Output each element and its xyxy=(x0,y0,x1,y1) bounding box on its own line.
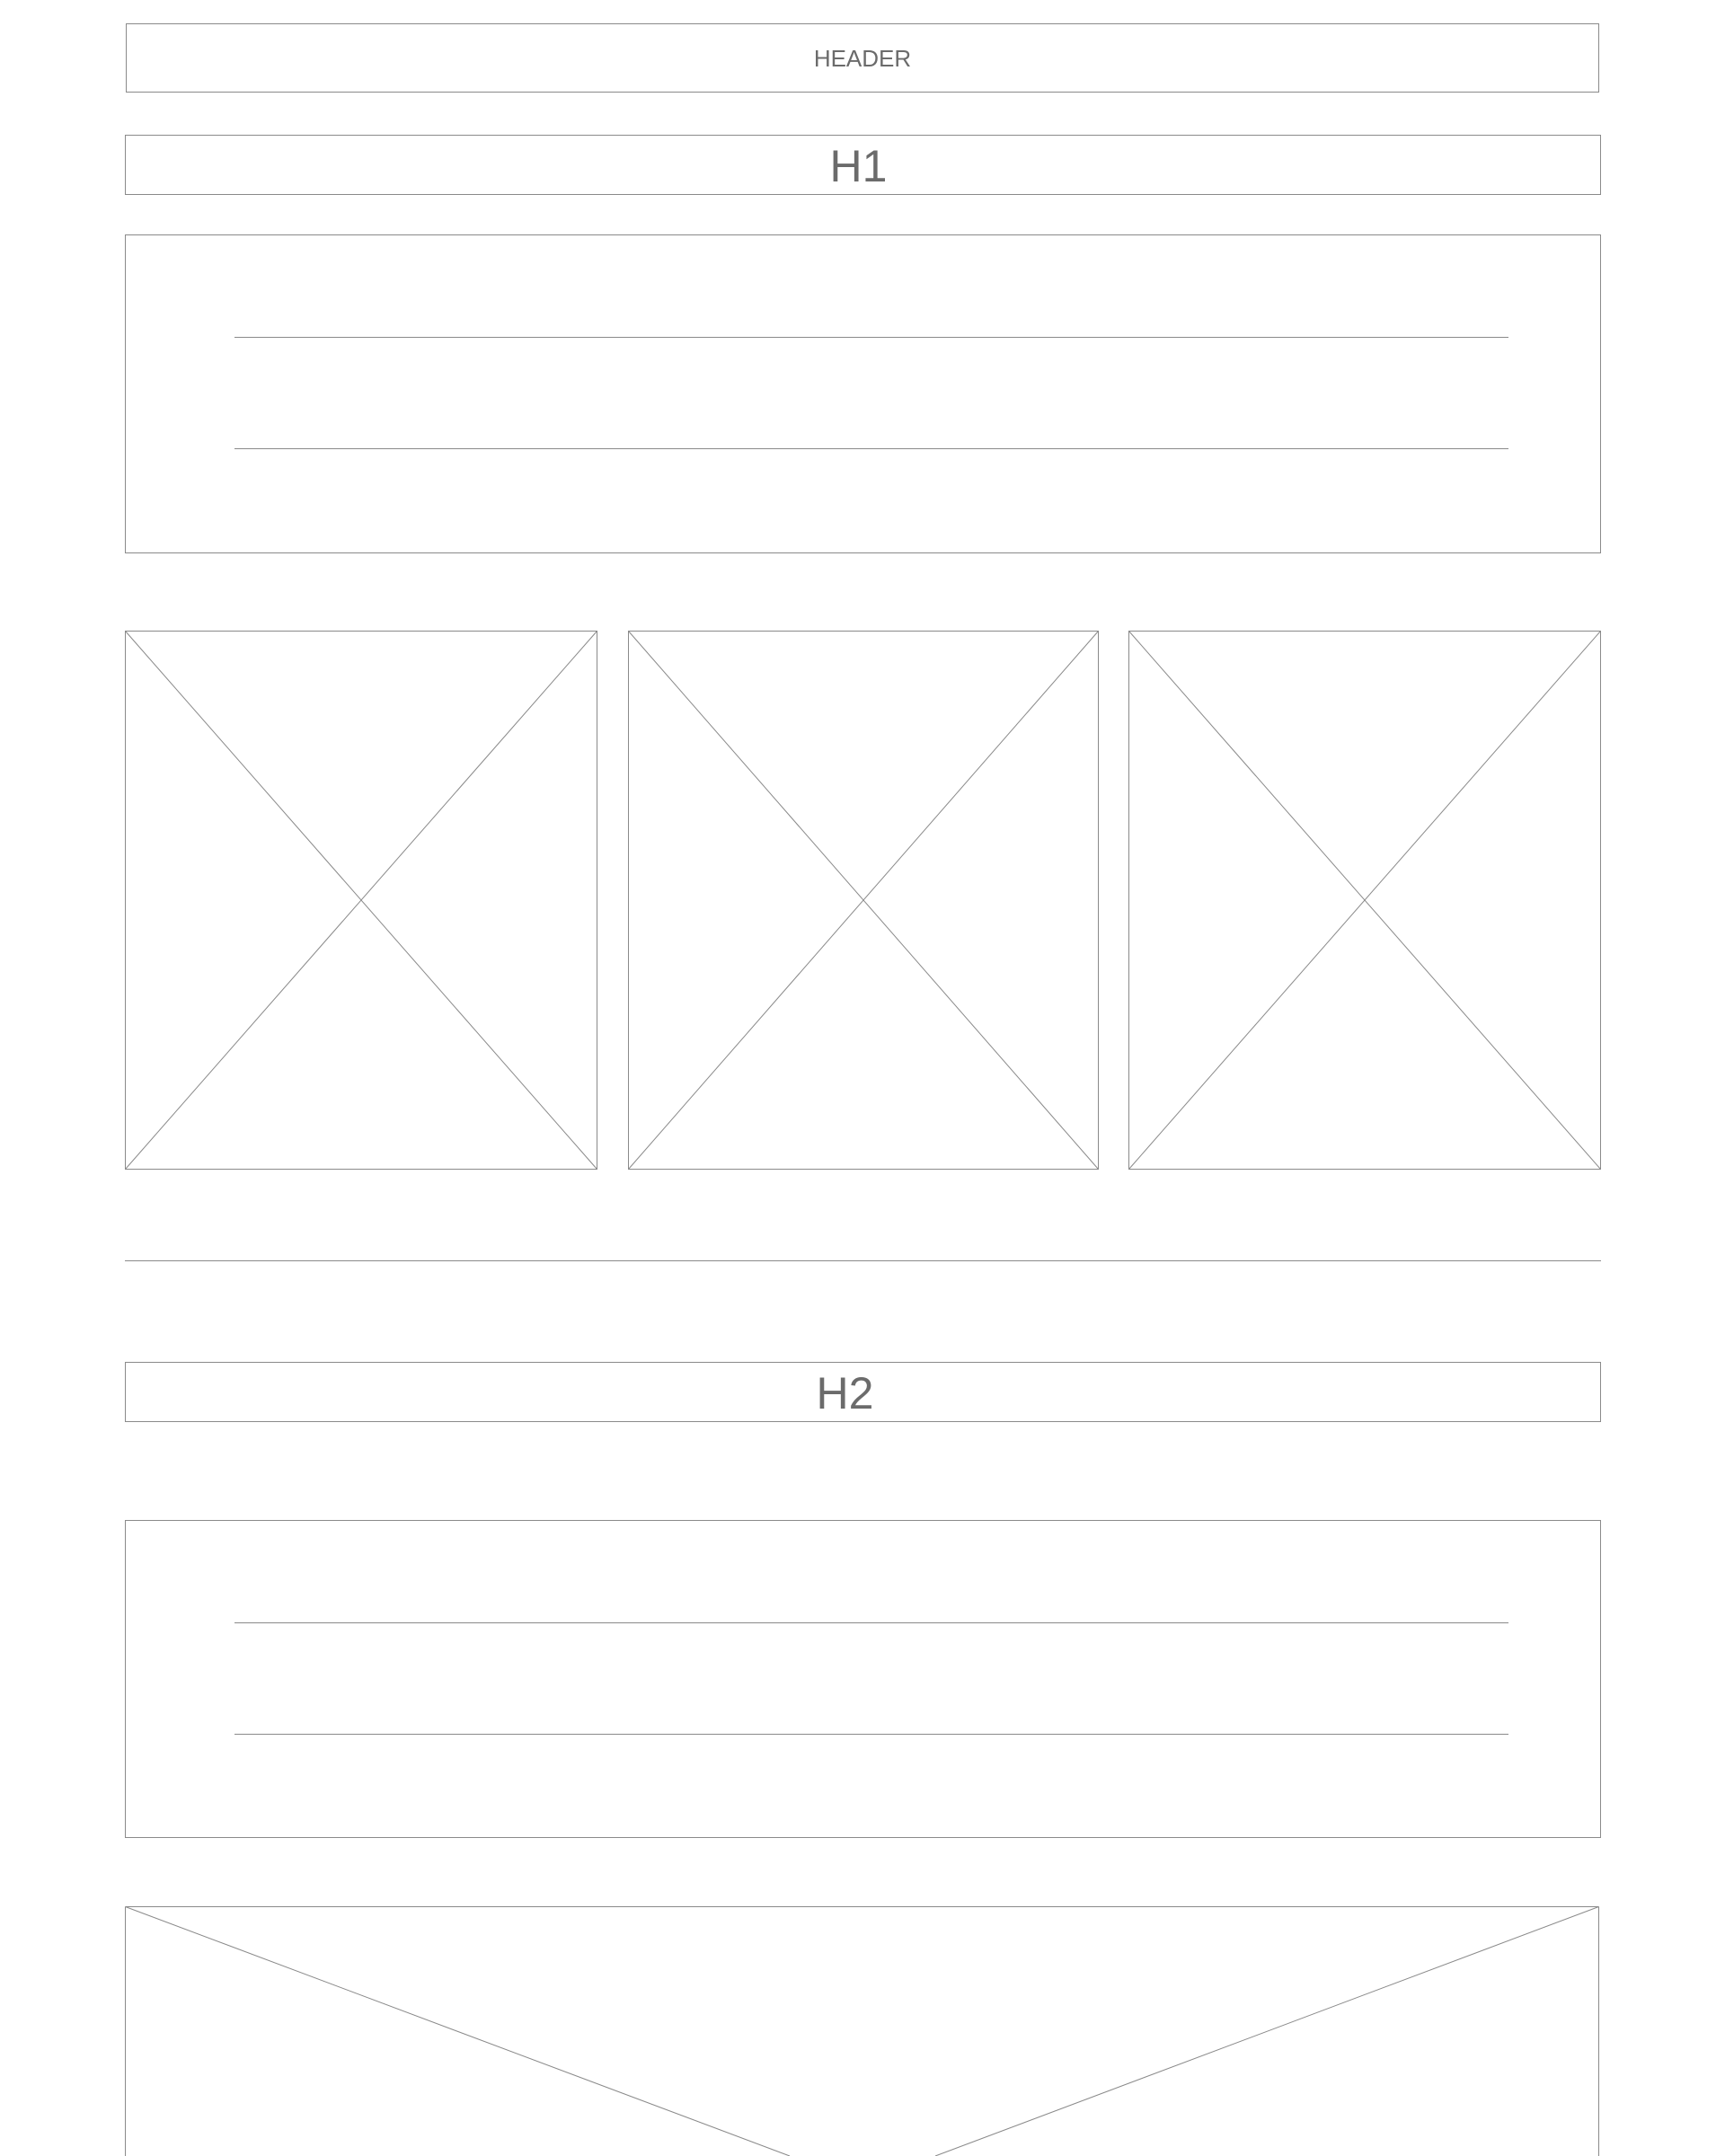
image-placeholder-3 xyxy=(1128,631,1601,1170)
text-block-1 xyxy=(125,234,1601,553)
image-placeholder-cross-line xyxy=(126,1907,791,2156)
text-line xyxy=(234,1622,1508,1623)
image-placeholder-1 xyxy=(125,631,597,1170)
text-line xyxy=(234,1734,1508,1735)
image-placeholder-cross-line xyxy=(935,1907,1599,2156)
text-line xyxy=(234,337,1508,338)
h1-heading-label: H1 xyxy=(829,141,888,191)
h2-heading-box: H2 xyxy=(125,1362,1601,1422)
image-placeholder-2 xyxy=(628,631,1099,1170)
section-divider xyxy=(125,1260,1601,1261)
header-label: HEADER xyxy=(813,45,912,72)
h2-heading-label: H2 xyxy=(816,1368,874,1418)
text-line xyxy=(234,448,1508,449)
text-block-2 xyxy=(125,1520,1601,1838)
h1-heading-box: H1 xyxy=(125,135,1601,195)
wide-image-placeholder xyxy=(125,1906,1599,2156)
header-bar: HEADER xyxy=(126,23,1599,93)
